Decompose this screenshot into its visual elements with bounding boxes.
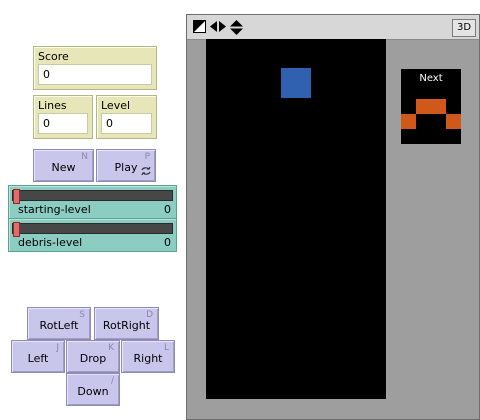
view-shape-icon[interactable] (193, 20, 206, 36)
starting-level-name: starting-level (18, 203, 91, 216)
right-button[interactable]: L Right (121, 340, 175, 373)
next-piece-block (416, 99, 431, 114)
starting-level-track[interactable] (12, 189, 173, 204)
debris-level-name: debris-level (18, 236, 83, 249)
new-button[interactable]: N New (33, 149, 94, 182)
forever-icon (141, 166, 151, 179)
next-piece-block (446, 114, 461, 129)
level-value: 0 (101, 113, 152, 134)
3d-button[interactable]: 3D (452, 19, 476, 37)
horizontal-arrows-icon[interactable] (210, 20, 226, 36)
debris-level-slider[interactable]: debris-level 0 (8, 218, 177, 252)
next-piece-preview: Next (401, 69, 461, 144)
world-view: 3D Next (186, 14, 480, 420)
starting-level-handle[interactable] (13, 189, 20, 204)
drop-button[interactable]: K Drop (66, 340, 120, 373)
debris-level-track[interactable] (12, 222, 173, 237)
starting-level-value: 0 (164, 203, 171, 216)
next-label: Next (419, 73, 443, 84)
next-piece-block (431, 99, 446, 114)
score-value: 0 (38, 64, 152, 85)
left-button[interactable]: J Left (11, 340, 65, 373)
left-button-label: Left (27, 351, 49, 365)
score-monitor: Score 0 (33, 46, 157, 90)
down-button[interactable]: / Down (66, 373, 120, 406)
rotleft-button[interactable]: S RotLeft (27, 307, 91, 340)
right-button-label: Right (133, 351, 163, 365)
tetris-board (206, 39, 386, 399)
score-label: Score (38, 50, 69, 63)
level-label: Level (101, 99, 131, 112)
current-piece-block (281, 68, 311, 98)
down-button-label: Down (77, 384, 109, 398)
rotright-button-label: RotRight (102, 318, 151, 332)
drop-button-label: Drop (79, 351, 107, 365)
rotright-button[interactable]: D RotRight (94, 307, 159, 340)
debris-level-handle[interactable] (13, 222, 20, 237)
lines-monitor: Lines 0 (33, 95, 93, 139)
level-monitor: Level 0 (96, 95, 157, 139)
lines-value: 0 (38, 113, 88, 134)
vertical-arrows-icon[interactable] (230, 20, 243, 38)
view-toolbar: 3D (187, 15, 479, 40)
new-button-label: New (51, 160, 76, 174)
rotleft-button-label: RotLeft (39, 318, 79, 332)
starting-level-slider[interactable]: starting-level 0 (8, 185, 177, 219)
lines-label: Lines (38, 99, 67, 112)
play-button[interactable]: P Play (96, 149, 156, 182)
next-piece-block (401, 114, 416, 129)
debris-level-value: 0 (164, 236, 171, 249)
